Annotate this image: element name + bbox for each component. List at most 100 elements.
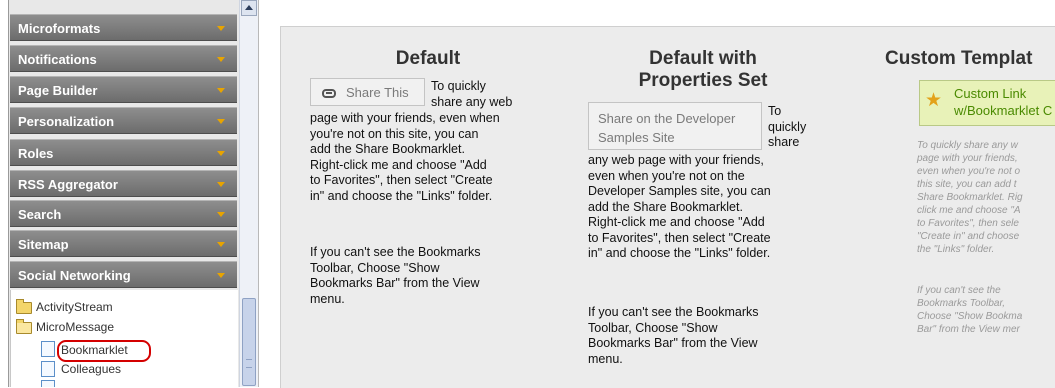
text-line: If you can't see the Bookmarks: [310, 245, 481, 259]
nav-section-social-networking[interactable]: Social Networking: [10, 261, 237, 288]
tree-item-micromessage[interactable]: MicroMessage: [36, 319, 114, 335]
text-line: To: [768, 104, 782, 118]
chevron-down-icon: [217, 212, 225, 217]
text-line: Choose "Show Bookma: [917, 311, 1023, 322]
nav-section-label: Roles: [18, 146, 54, 161]
document-icon: [41, 361, 55, 377]
star-icon: ★: [925, 90, 943, 111]
props-text-beside: To quickly share: [768, 104, 806, 151]
nav-section-label: Page Builder: [18, 83, 98, 98]
scroll-thumb[interactable]: [242, 298, 256, 386]
text-line: page with your friends,: [917, 153, 1018, 164]
nav-section-label: Sitemap: [18, 237, 69, 252]
text-line: Right-click me and choose "Add: [588, 215, 765, 229]
custom-link-button[interactable]: ★ Custom Link w/Bookmarklet C: [919, 80, 1055, 126]
button-label-line: w/Bookmarklet C: [954, 103, 1053, 118]
nav-section-label: Social Networking: [18, 268, 131, 283]
nav-section-personalization[interactable]: Personalization: [10, 107, 237, 134]
nav-section-label: Notifications: [18, 52, 97, 67]
text-line: this site, you can add t: [917, 179, 1017, 190]
default-text-beside: To quickly share any web: [431, 79, 512, 110]
nav-section-label: Search: [18, 207, 62, 222]
text-line: Bookmarks Bar" from the View: [310, 276, 480, 290]
column-title-properties: Default with Properties Set: [603, 48, 803, 92]
text-line: menu.: [310, 291, 345, 306]
nav-section-page-builder[interactable]: Page Builder: [10, 76, 237, 103]
text-line: To quickly share any w: [917, 140, 1018, 151]
text-line: If you can't see the: [917, 285, 1001, 296]
text-line: Right-click me and choose "Add: [310, 157, 487, 172]
text-line: any web page with your friends,: [588, 153, 764, 167]
folder-icon: [16, 299, 32, 314]
text-line: add the Share Bookmarklet.: [588, 199, 743, 214]
button-label-line: Samples Site: [598, 130, 675, 145]
text-line: quickly: [768, 119, 807, 134]
text-line: click me and choose "A: [917, 205, 1021, 216]
chevron-down-icon: [217, 88, 225, 93]
button-label-line: Share on the Developer: [598, 111, 736, 126]
text-line: to Favorites", then select "Create: [310, 173, 493, 187]
title-line: Properties Set: [638, 70, 768, 91]
share-developer-samples-button[interactable]: Share on the Developer Samples Site: [588, 102, 762, 150]
text-line: the "Links" folder.: [917, 244, 995, 255]
document-icon: [41, 380, 55, 387]
nav-section-notifications[interactable]: Notifications: [10, 45, 237, 72]
social-networking-panel: ActivityStream MicroMessage Bookmarklet …: [10, 290, 238, 387]
chevron-down-icon: [217, 26, 225, 31]
nav-scrollbar[interactable]: [239, 0, 258, 387]
text-line: If you can't see the Bookmarks: [588, 305, 759, 319]
text-line: page with your friends, even when: [310, 111, 500, 125]
text-line: share: [768, 135, 800, 149]
text-line: in" and choose the "Links" folder.: [588, 246, 771, 260]
text-line: even when you're not o: [917, 166, 1021, 177]
text-line: To quickly: [431, 79, 486, 93]
left-navigation: Microformats Notifications Page Builder …: [0, 0, 259, 387]
nav-section-label: Personalization: [18, 114, 115, 129]
nav-section-label: Microformats: [18, 21, 101, 36]
share-this-button[interactable]: Share This: [310, 78, 425, 106]
highlight-circle: [57, 340, 151, 362]
nav-section-search[interactable]: Search: [10, 200, 237, 227]
default-bookmarks-note: If you can't see the Bookmarks Toolbar, …: [310, 245, 560, 307]
text-line: "Create in" and choose: [917, 231, 1020, 242]
text-line: Toolbar, Choose "Show: [588, 320, 718, 335]
nav-section-rss-aggregator[interactable]: RSS Aggregator: [10, 170, 237, 197]
text-line: Toolbar, Choose "Show: [310, 260, 440, 275]
text-line: Bookmarks Bar" from the View: [588, 336, 758, 350]
custom-bookmarks-note: If you can't see the Bookmarks Toolbar, …: [917, 284, 1055, 336]
column-title-custom: Custom Templat: [885, 48, 1033, 69]
chevron-down-icon: [217, 119, 225, 124]
column-title-default: Default: [395, 48, 461, 69]
text-line: even when you're not on the: [588, 168, 745, 183]
title-line: Default with: [649, 48, 757, 69]
nav-section-roles[interactable]: Roles: [10, 139, 237, 166]
text-line: Developer Samples site, you can: [588, 184, 771, 198]
chevron-down-icon: [217, 273, 225, 278]
text-line: you're not on this site, you can: [310, 126, 479, 141]
text-line: Share Bookmarklet. Rig: [917, 192, 1023, 203]
nav-section-microformats[interactable]: Microformats: [10, 14, 237, 41]
text-line: add the Share Bookmarklet.: [310, 142, 465, 156]
props-bookmarks-note: If you can't see the Bookmarks Toolbar, …: [588, 305, 818, 367]
text-line: to Favorites", then select "Create: [588, 230, 771, 245]
tree-item-activitystream[interactable]: ActivityStream: [36, 299, 113, 315]
chevron-down-icon: [217, 242, 225, 247]
chevron-down-icon: [217, 182, 225, 187]
nav-section-label: RSS Aggregator: [18, 177, 118, 192]
custom-description: To quickly share any w page with your fr…: [917, 139, 1055, 256]
text-line: in" and choose the "Links" folder.: [310, 188, 493, 203]
share-button-label: Share This: [346, 85, 409, 100]
open-folder-icon: [16, 319, 32, 334]
text-line: share any web: [431, 94, 513, 109]
props-description: any web page with your friends, even whe…: [588, 153, 818, 262]
text-line: Bar" from the View mer: [917, 324, 1020, 335]
tree-item-colleagues[interactable]: Colleagues: [61, 361, 121, 377]
scroll-up-button[interactable]: [241, 0, 257, 16]
text-line: to Favorites", then sele: [917, 218, 1019, 229]
main-content: Default Share This To quickly share any …: [280, 26, 1055, 388]
nav-section-sitemap[interactable]: Sitemap: [10, 230, 237, 257]
chevron-down-icon: [217, 57, 225, 62]
document-icon: [41, 341, 55, 357]
button-label-line: Custom Link: [954, 86, 1027, 101]
default-description: page with your friends, even when you're…: [310, 111, 560, 204]
